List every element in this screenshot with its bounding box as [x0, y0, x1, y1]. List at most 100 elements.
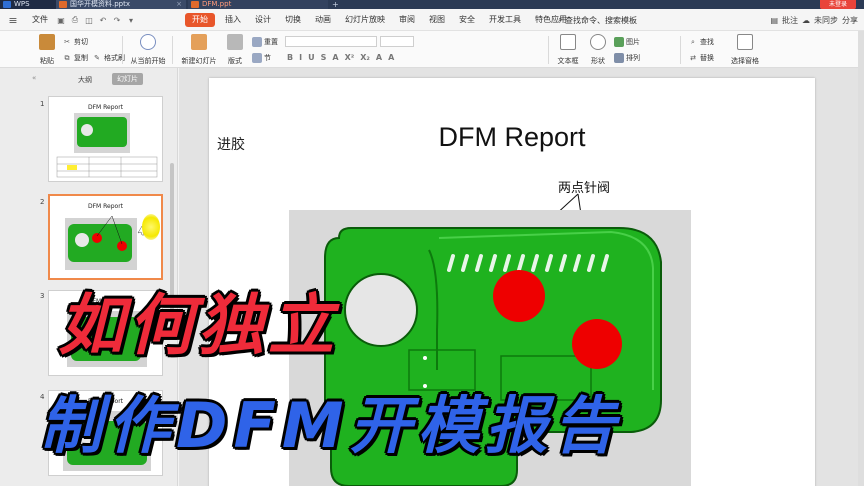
overlay-caption-line2: 制作DFM开模报告: [40, 389, 622, 462]
file-menu[interactable]: 文件: [26, 9, 54, 31]
tab-transition[interactable]: 切换: [278, 9, 308, 31]
print-icon[interactable]: ⎙: [68, 9, 82, 31]
cut-button[interactable]: ✂ 剪切: [62, 37, 88, 47]
overlay-caption-line1: 如何独立: [58, 287, 338, 364]
font-color-button[interactable]: A: [332, 53, 338, 62]
layout-label: 版式: [228, 57, 242, 65]
slide-thumbnail-1[interactable]: DFM Report: [48, 96, 163, 182]
select-pane-label: 选择窗格: [731, 57, 759, 65]
layout-icon: [227, 34, 243, 50]
ppt-file-icon: [191, 1, 199, 8]
textbox-button[interactable]: 文本框: [554, 34, 582, 66]
comment-icon[interactable]: ▤: [770, 16, 778, 25]
font-family-select[interactable]: [285, 36, 377, 47]
tab-security[interactable]: 安全: [452, 9, 482, 31]
tab-document-2[interactable]: DFM.ppt: [188, 0, 328, 9]
section-icon: [252, 53, 262, 63]
find-button[interactable]: ⌕ 查找: [688, 37, 714, 47]
undo-icon[interactable]: ↶: [96, 9, 110, 31]
window-edge: [858, 31, 864, 486]
new-slide-button[interactable]: 新建幻灯片: [178, 34, 220, 66]
scissors-icon: ✂: [64, 38, 70, 46]
dropdown-icon[interactable]: ▾: [124, 9, 138, 31]
tab-slideshow[interactable]: 幻灯片放映: [338, 9, 392, 31]
tab-insert[interactable]: 插入: [218, 9, 248, 31]
reset-icon: [252, 37, 262, 47]
comment-button[interactable]: 批注: [782, 15, 798, 26]
menu-right-tools: ▤ 批注 ☁ 未同步 分享: [770, 9, 858, 31]
arrange-button[interactable]: 排列: [614, 53, 640, 63]
italic-button[interactable]: I: [299, 53, 302, 62]
decrease-font-button[interactable]: A: [388, 53, 394, 62]
sync-icon[interactable]: ☁: [802, 16, 810, 25]
play-from-current-button[interactable]: 从当前开始: [128, 34, 168, 66]
slide-number: 2: [40, 198, 45, 206]
redo-icon[interactable]: ↷: [110, 9, 124, 31]
menu-bar: ≡ 文件 ▣ ⎙ ◫ ↶ ↷ ▾ 开始 插入 设计 切换 动画 幻灯片放映 审阅…: [0, 9, 864, 31]
tab-review[interactable]: 审阅: [392, 9, 422, 31]
close-icon[interactable]: ×: [176, 0, 182, 9]
tab-slides[interactable]: 幻灯片: [112, 73, 143, 85]
save-icon[interactable]: ▣: [54, 9, 68, 31]
new-tab-icon[interactable]: +: [332, 0, 339, 9]
tab-outline[interactable]: 大纲: [78, 75, 92, 85]
brush-icon: ✎: [94, 54, 100, 62]
command-search[interactable]: ⌕ 查找命令、搜索模板: [558, 9, 637, 31]
cursor-highlight: [142, 214, 160, 240]
sync-status[interactable]: 未同步: [814, 15, 838, 26]
section-button[interactable]: 节: [252, 53, 271, 63]
tab-view[interactable]: 视图: [422, 9, 452, 31]
strikethrough-button[interactable]: S: [321, 53, 327, 62]
tab-home[interactable]: 开始: [185, 13, 215, 27]
new-slide-label: 新建幻灯片: [181, 57, 217, 65]
paste-label: 粘贴: [40, 57, 54, 65]
play-icon: [140, 34, 156, 50]
ribbon-divider: [122, 36, 123, 64]
font-size-select[interactable]: [380, 36, 414, 47]
replace-button[interactable]: ⇄ 替换: [688, 53, 714, 63]
tab-label: DFM.ppt: [202, 0, 232, 8]
reset-label: 重置: [264, 38, 278, 46]
subscript-button[interactable]: X₂: [360, 53, 370, 62]
tab-document-1[interactable]: 国华开模资料.pptx ×: [56, 0, 186, 9]
bold-button[interactable]: B: [287, 53, 293, 62]
ppt-file-icon: [59, 1, 67, 8]
copy-button[interactable]: ⧉ 复制: [62, 53, 89, 63]
ribbon-tabs: 开始 插入 设计 切换 动画 幻灯片放映 审阅 视图 安全 开发工具 特色应用: [182, 9, 574, 31]
play-from-current-label: 从当前开始: [130, 57, 166, 65]
tab-design[interactable]: 设计: [248, 9, 278, 31]
collapse-panel-icon[interactable]: «: [32, 74, 36, 82]
arrange-icon: [614, 53, 624, 63]
format-painter-button[interactable]: ✎ 格式刷: [92, 53, 125, 63]
preview-icon[interactable]: ◫: [82, 9, 96, 31]
picture-icon: [614, 37, 624, 47]
increase-font-button[interactable]: A: [376, 53, 382, 62]
ribbon-divider: [548, 36, 549, 64]
slide-number: 3: [40, 292, 45, 300]
slide-number: 1: [40, 100, 45, 108]
tab-developer[interactable]: 开发工具: [482, 9, 528, 31]
tab-animation[interactable]: 动画: [308, 9, 338, 31]
login-button[interactable]: 未登录: [820, 0, 856, 9]
format-buttons: B I U S A X² X₂ A A: [287, 53, 394, 62]
paste-button[interactable]: 粘贴: [32, 34, 62, 66]
shape-label: 形状: [591, 57, 605, 65]
reset-button[interactable]: 重置: [252, 37, 278, 47]
paste-icon: [39, 34, 55, 50]
superscript-button[interactable]: X²: [345, 53, 355, 62]
wps-logo-icon: [3, 1, 11, 8]
layout-button[interactable]: 版式: [222, 34, 248, 66]
underline-button[interactable]: U: [308, 53, 315, 62]
shape-icon: [590, 34, 606, 50]
shape-button[interactable]: 形状: [585, 34, 611, 66]
copy-icon: ⧉: [64, 54, 70, 62]
slide-thumbnail-2[interactable]: DFM Report: [48, 194, 163, 280]
tab-wps-home[interactable]: WPS: [0, 0, 56, 9]
title-bar: WPS 国华开模资料.pptx × DFM.ppt + 未登录: [0, 0, 864, 9]
picture-button[interactable]: 图片: [614, 37, 640, 47]
copy-label: 复制: [74, 54, 88, 62]
select-pane-button[interactable]: 选择窗格: [728, 34, 762, 66]
share-button[interactable]: 分享: [842, 15, 858, 26]
menu-icon[interactable]: ≡: [0, 9, 26, 31]
textbox-label: 文本框: [557, 57, 579, 65]
